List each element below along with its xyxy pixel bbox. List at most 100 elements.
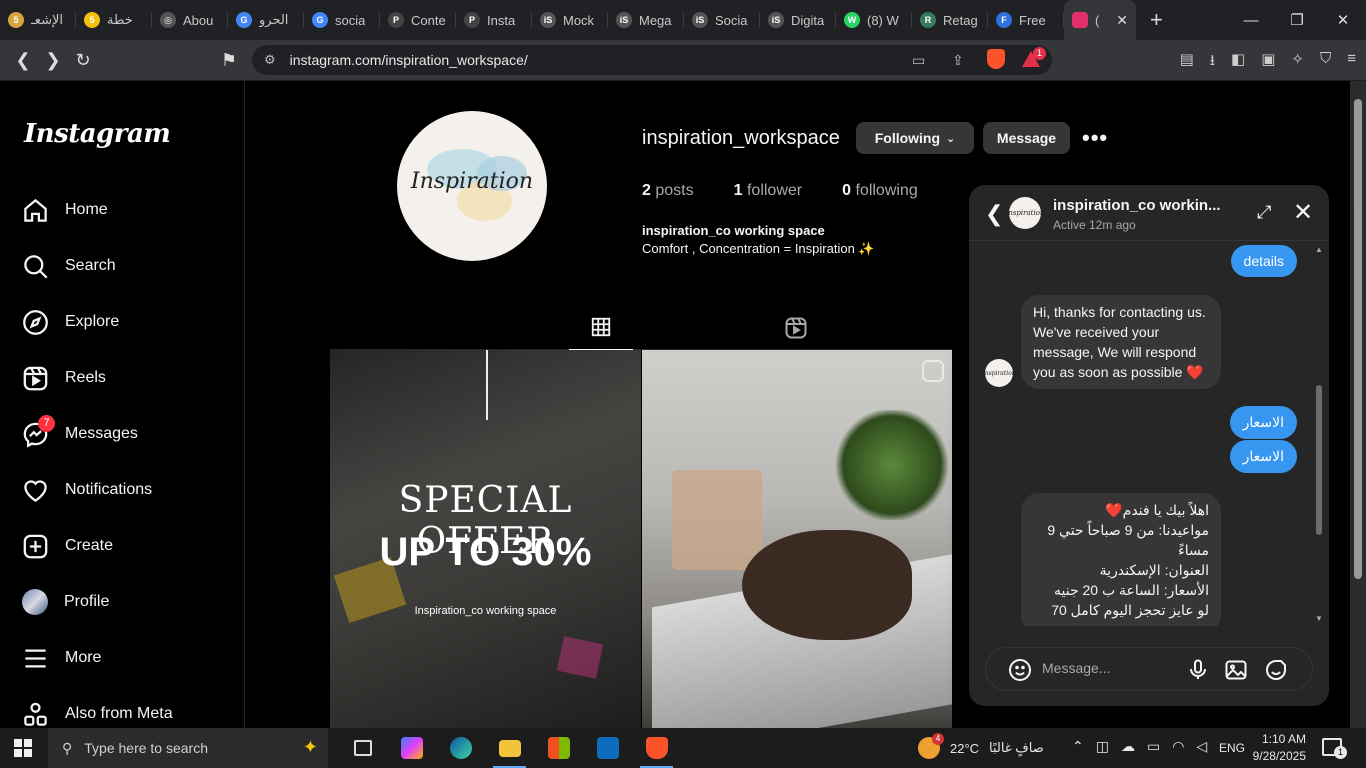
nav-more[interactable]: More bbox=[22, 638, 101, 678]
browser-tab[interactable]: ◎ Abou bbox=[152, 0, 228, 40]
back-icon[interactable]: ❮ bbox=[8, 50, 38, 71]
taskbar-clock[interactable]: 1:10 AM 9/28/2025 bbox=[1248, 731, 1306, 765]
more-options-icon[interactable]: ••• bbox=[1082, 125, 1108, 151]
window-controls: — ❐ ✕ bbox=[1228, 0, 1366, 40]
volume-icon[interactable]: ◁ bbox=[1196, 738, 1207, 755]
vpn-icon[interactable]: ⛉ bbox=[1320, 50, 1331, 75]
maximize-icon[interactable]: ❐ bbox=[1274, 0, 1320, 40]
onedrive-icon[interactable]: ☁ bbox=[1121, 738, 1135, 755]
message-input[interactable] bbox=[1042, 660, 1182, 676]
new-tab-icon[interactable]: + bbox=[1150, 7, 1163, 33]
language-indicator[interactable]: ENG bbox=[1219, 741, 1245, 755]
image-icon[interactable] bbox=[1224, 658, 1248, 682]
scroll-down-icon[interactable]: ▼ bbox=[1315, 614, 1323, 623]
nav-profile[interactable]: Profile bbox=[22, 582, 109, 622]
browser-tab[interactable]: R Retag bbox=[912, 0, 988, 40]
message-button[interactable]: Message bbox=[983, 122, 1070, 154]
share-icon[interactable]: ⇪ bbox=[952, 52, 964, 69]
browser-tab[interactable]: F Free bbox=[988, 0, 1064, 40]
browser-tab[interactable]: G الحرو bbox=[228, 0, 304, 40]
file-explorer-icon[interactable] bbox=[485, 728, 534, 768]
browser-tab[interactable]: 5 خطة bbox=[76, 0, 152, 40]
followers-stat[interactable]: 1 follower bbox=[734, 182, 803, 200]
site-info-icon[interactable]: ⚙ bbox=[264, 52, 276, 68]
leo-ai-icon[interactable]: ✧ bbox=[1291, 50, 1304, 75]
browser-tab-active[interactable]: (✕ bbox=[1064, 0, 1136, 40]
windows-taskbar: ⚲ Type here to search ✦ 4 22°C صافٍ غالب… bbox=[0, 728, 1366, 768]
close-icon[interactable]: ✕ bbox=[1293, 198, 1313, 227]
expand-icon[interactable]: ⤢ bbox=[1257, 202, 1271, 223]
system-tray-weather[interactable]: 4 22°C صافٍ غالبًا bbox=[918, 728, 1044, 768]
camera-icon[interactable]: ◫ bbox=[1096, 738, 1109, 755]
browser-tab[interactable]: iS Digita bbox=[760, 0, 836, 40]
profile-picture-logo-text: Inspiration bbox=[410, 169, 534, 194]
chat-scrollbar[interactable]: ▲ ▼ bbox=[1314, 245, 1324, 623]
nav-home[interactable]: Home bbox=[22, 190, 108, 230]
url-field[interactable]: ⚙ instagram.com/inspiration_workspace/ ▭… bbox=[252, 45, 1052, 75]
profile-picture[interactable]: Inspiration bbox=[397, 111, 547, 261]
wallet-icon[interactable]: ▣ bbox=[1261, 50, 1275, 75]
bookmark-icon[interactable]: ⚑ bbox=[214, 50, 244, 71]
sidebar-toggle-icon[interactable]: ◧ bbox=[1231, 50, 1245, 75]
forward-icon[interactable]: ❯ bbox=[38, 50, 68, 71]
nav-create[interactable]: Create bbox=[22, 526, 113, 566]
grid-icon bbox=[591, 317, 611, 337]
browser-tab[interactable]: P Insta bbox=[456, 0, 532, 40]
tab-posts[interactable] bbox=[569, 312, 633, 350]
post-special-offer[interactable]: SPECIAL OFFER UP TO 30% Inspiration_co w… bbox=[330, 350, 641, 728]
message-out: الاسعار bbox=[1229, 440, 1297, 473]
browser-tab[interactable]: iS Socia bbox=[684, 0, 760, 40]
browser-tab[interactable]: W (8) W bbox=[836, 0, 912, 40]
tab-reels[interactable] bbox=[784, 312, 812, 340]
following-button[interactable]: Following ⌄ bbox=[856, 122, 974, 154]
outlook-icon[interactable] bbox=[583, 728, 632, 768]
edge-icon[interactable] bbox=[436, 728, 485, 768]
browser-tab-label: Conte bbox=[411, 12, 446, 28]
chat-avatar[interactable]: Inspiration bbox=[1006, 197, 1044, 229]
nav-notifications[interactable]: Notifications bbox=[22, 470, 152, 510]
nav-messages[interactable]: 7 Messages bbox=[22, 414, 138, 454]
instagram-logo[interactable]: Instagram bbox=[24, 119, 171, 149]
taskbar-search[interactable]: ⚲ Type here to search ✦ bbox=[48, 728, 328, 768]
browser-tab[interactable]: iS Mock bbox=[532, 0, 608, 40]
sticker-icon[interactable] bbox=[1264, 658, 1288, 682]
brave-shields-icon[interactable] bbox=[987, 49, 1005, 69]
message-out: الاسعار bbox=[1229, 406, 1297, 439]
post-laptop-typing[interactable] bbox=[642, 350, 952, 728]
chevron-up-icon[interactable]: ⌃ bbox=[1072, 738, 1084, 755]
emoji-icon[interactable] bbox=[1008, 658, 1032, 682]
reels-icon bbox=[785, 317, 807, 339]
nav-search[interactable]: Search bbox=[22, 246, 116, 286]
browser-tab[interactable]: iS Mega bbox=[608, 0, 684, 40]
battery-icon[interactable]: ▭ bbox=[1147, 738, 1160, 755]
minimize-icon[interactable]: — bbox=[1228, 0, 1274, 40]
cast-icon[interactable]: ▭ bbox=[912, 52, 925, 69]
menu-icon[interactable]: ≡ bbox=[1347, 50, 1356, 75]
page-scrollbar[interactable] bbox=[1350, 81, 1366, 728]
microsoft-store-icon[interactable] bbox=[534, 728, 583, 768]
task-view-icon[interactable] bbox=[338, 728, 387, 768]
wifi-icon[interactable]: ◠ bbox=[1172, 738, 1184, 755]
following-stat[interactable]: 0 following bbox=[842, 182, 918, 200]
windows-start-icon[interactable] bbox=[14, 739, 32, 757]
chat-contact-name[interactable]: inspiration_co workin... bbox=[1053, 197, 1228, 214]
nav-explore[interactable]: Explore bbox=[22, 302, 119, 342]
close-window-icon[interactable]: ✕ bbox=[1320, 0, 1366, 40]
download-icon[interactable]: ⭳ bbox=[1210, 50, 1215, 75]
browser-tab[interactable]: P Conte bbox=[380, 0, 456, 40]
chat-messages: details Hi, thanks for contacting us. We… bbox=[969, 241, 1329, 626]
browser-tab-label: ( bbox=[1095, 12, 1100, 28]
browser-tab-label: (8) W bbox=[867, 12, 899, 28]
chat-back-icon[interactable]: ❮ bbox=[985, 201, 1003, 227]
nav-reels[interactable]: Reels bbox=[22, 358, 106, 398]
brave-browser-icon[interactable] bbox=[632, 728, 681, 768]
reload-icon[interactable]: ↻ bbox=[68, 50, 98, 71]
browser-tab[interactable]: 5 الإشعـ bbox=[0, 0, 76, 40]
copilot-icon[interactable] bbox=[387, 728, 436, 768]
browser-tab[interactable]: Gsocia bbox=[304, 0, 380, 40]
instagram-sidebar: Instagram Home Search Explore Reels 7 Me… bbox=[0, 81, 245, 728]
microphone-icon[interactable] bbox=[1186, 658, 1210, 682]
scroll-up-icon[interactable]: ▲ bbox=[1315, 245, 1323, 254]
tab-close-icon[interactable]: ✕ bbox=[1116, 12, 1128, 29]
reader-mode-icon[interactable]: ▤ bbox=[1180, 50, 1194, 75]
